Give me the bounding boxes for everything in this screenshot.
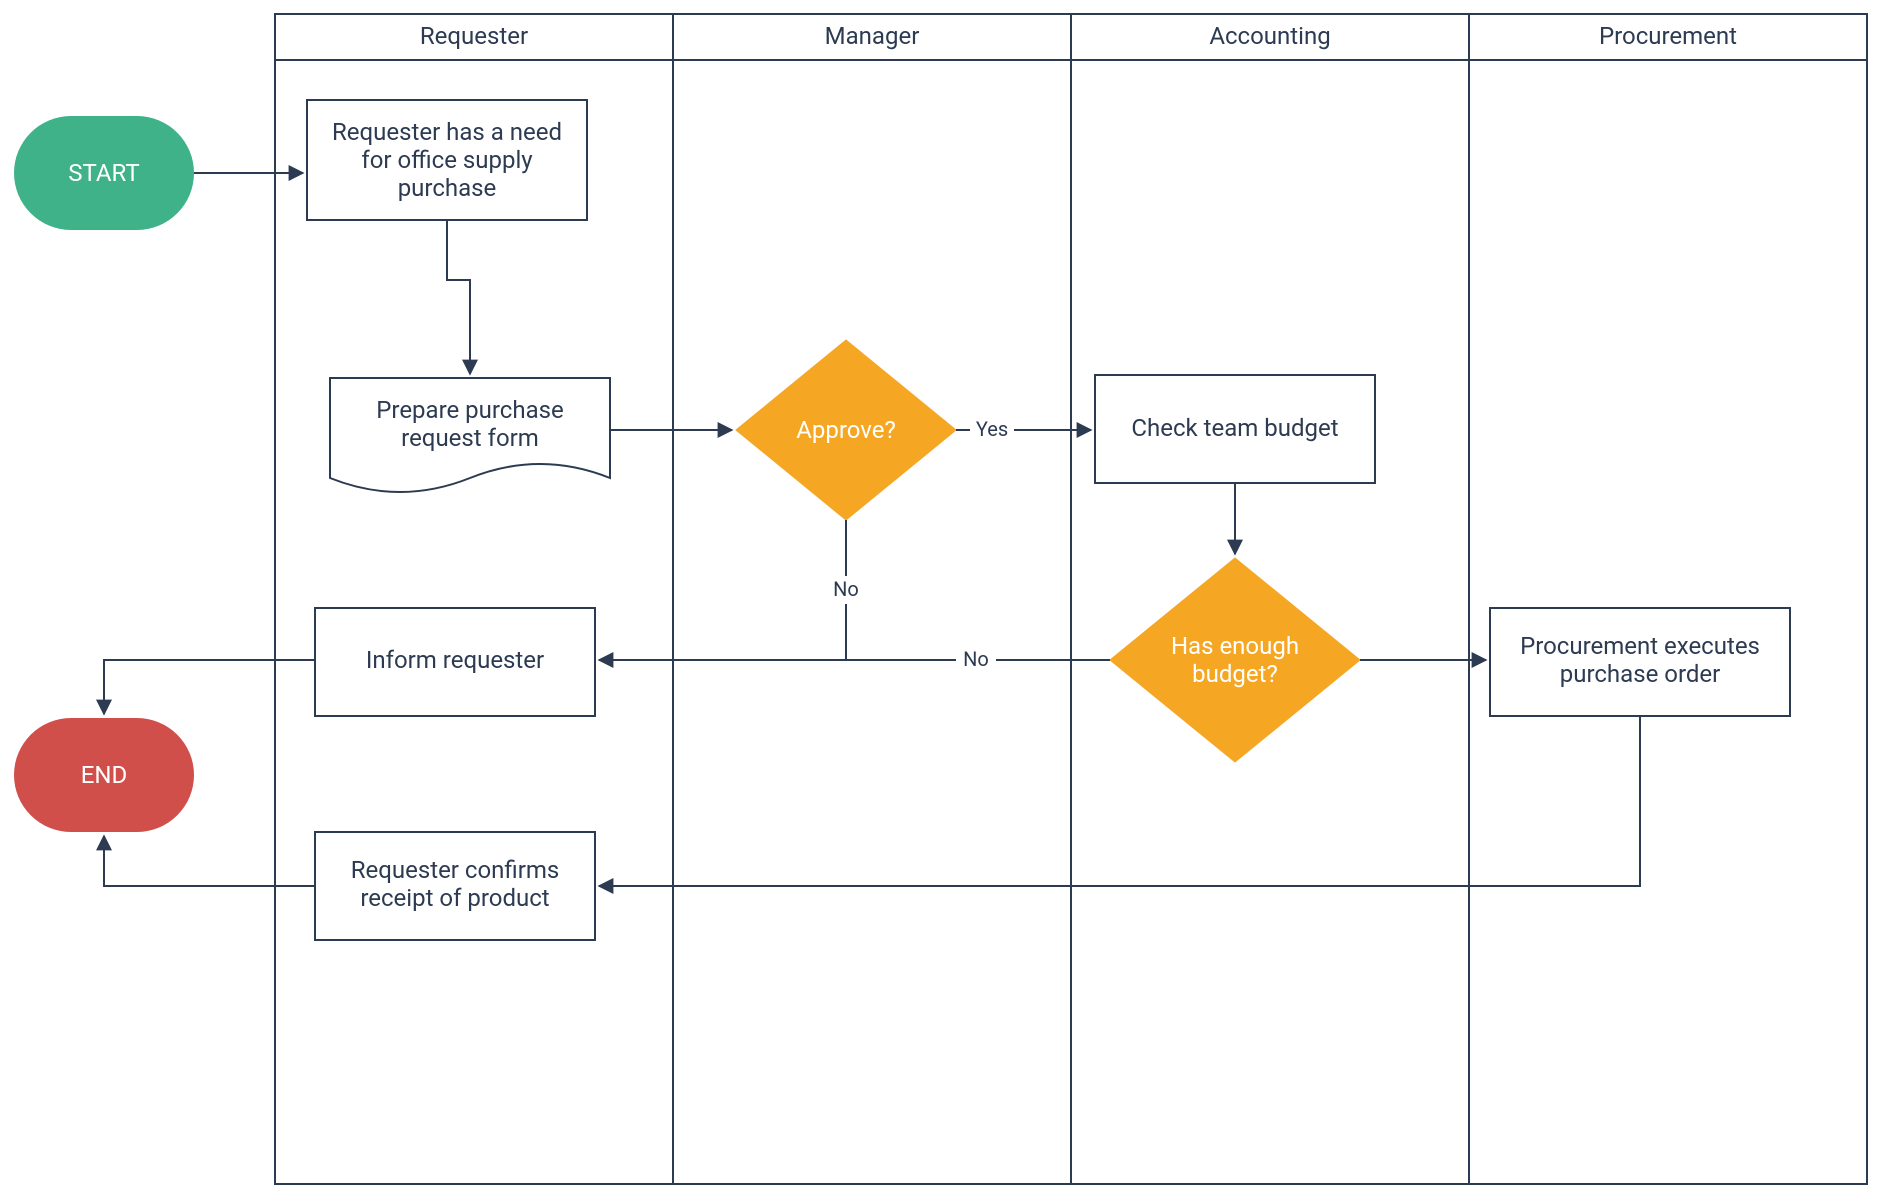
node-confirm-line2: receipt of product <box>360 884 549 912</box>
edge-label-approve-yes: Yes <box>976 417 1008 441</box>
node-prepare-line1: Prepare purchase <box>376 396 563 424</box>
decision-has-budget: Has enough budget? <box>1110 558 1360 762</box>
node-prepare-line2: request form <box>401 424 539 452</box>
edge-label-approve-no: No <box>833 577 859 601</box>
node-execute-line2: purchase order <box>1560 660 1721 688</box>
swimlane-flowchart: Requester Manager Accounting Procurement… <box>0 0 1884 1204</box>
node-inform-text: Inform requester <box>366 646 544 674</box>
edge-approve-no <box>599 520 846 660</box>
node-inform: Inform requester <box>315 608 595 716</box>
node-confirm: Requester confirms receipt of product <box>315 832 595 940</box>
end-label: END <box>81 761 128 789</box>
start-label: START <box>68 159 139 187</box>
start-terminator: START <box>14 116 194 230</box>
edge-execute-confirm <box>599 716 1640 886</box>
decision-budget-line2: budget? <box>1192 660 1278 688</box>
edge-confirm-end <box>104 836 315 886</box>
node-execute: Procurement executes purchase order <box>1490 608 1790 716</box>
edge-need-prepare <box>447 220 470 374</box>
node-confirm-line1: Requester confirms <box>351 856 560 884</box>
edge-inform-end <box>104 660 315 714</box>
decision-budget-line1: Has enough <box>1171 632 1299 660</box>
edges <box>104 173 1640 886</box>
decision-approve-text: Approve? <box>796 416 896 444</box>
edge-label-budget-no: No <box>963 647 989 671</box>
node-check-budget: Check team budget <box>1095 375 1375 483</box>
end-terminator: END <box>14 718 194 832</box>
decision-approve: Approve? <box>736 340 956 520</box>
node-prepare: Prepare purchase request form <box>330 378 610 492</box>
lane-header-manager: Manager <box>825 22 920 50</box>
node-need-line3: purchase <box>398 174 497 202</box>
node-need-line2: for office supply <box>361 146 533 174</box>
node-execute-line1: Procurement executes <box>1520 632 1760 660</box>
lane-header-accounting: Accounting <box>1209 22 1330 50</box>
lane-header-procurement: Procurement <box>1599 22 1737 50</box>
node-need: Requester has a need for office supply p… <box>307 100 587 220</box>
node-check-budget-text: Check team budget <box>1131 414 1338 442</box>
node-need-line1: Requester has a need <box>332 118 562 146</box>
lane-header-requester: Requester <box>420 22 528 50</box>
